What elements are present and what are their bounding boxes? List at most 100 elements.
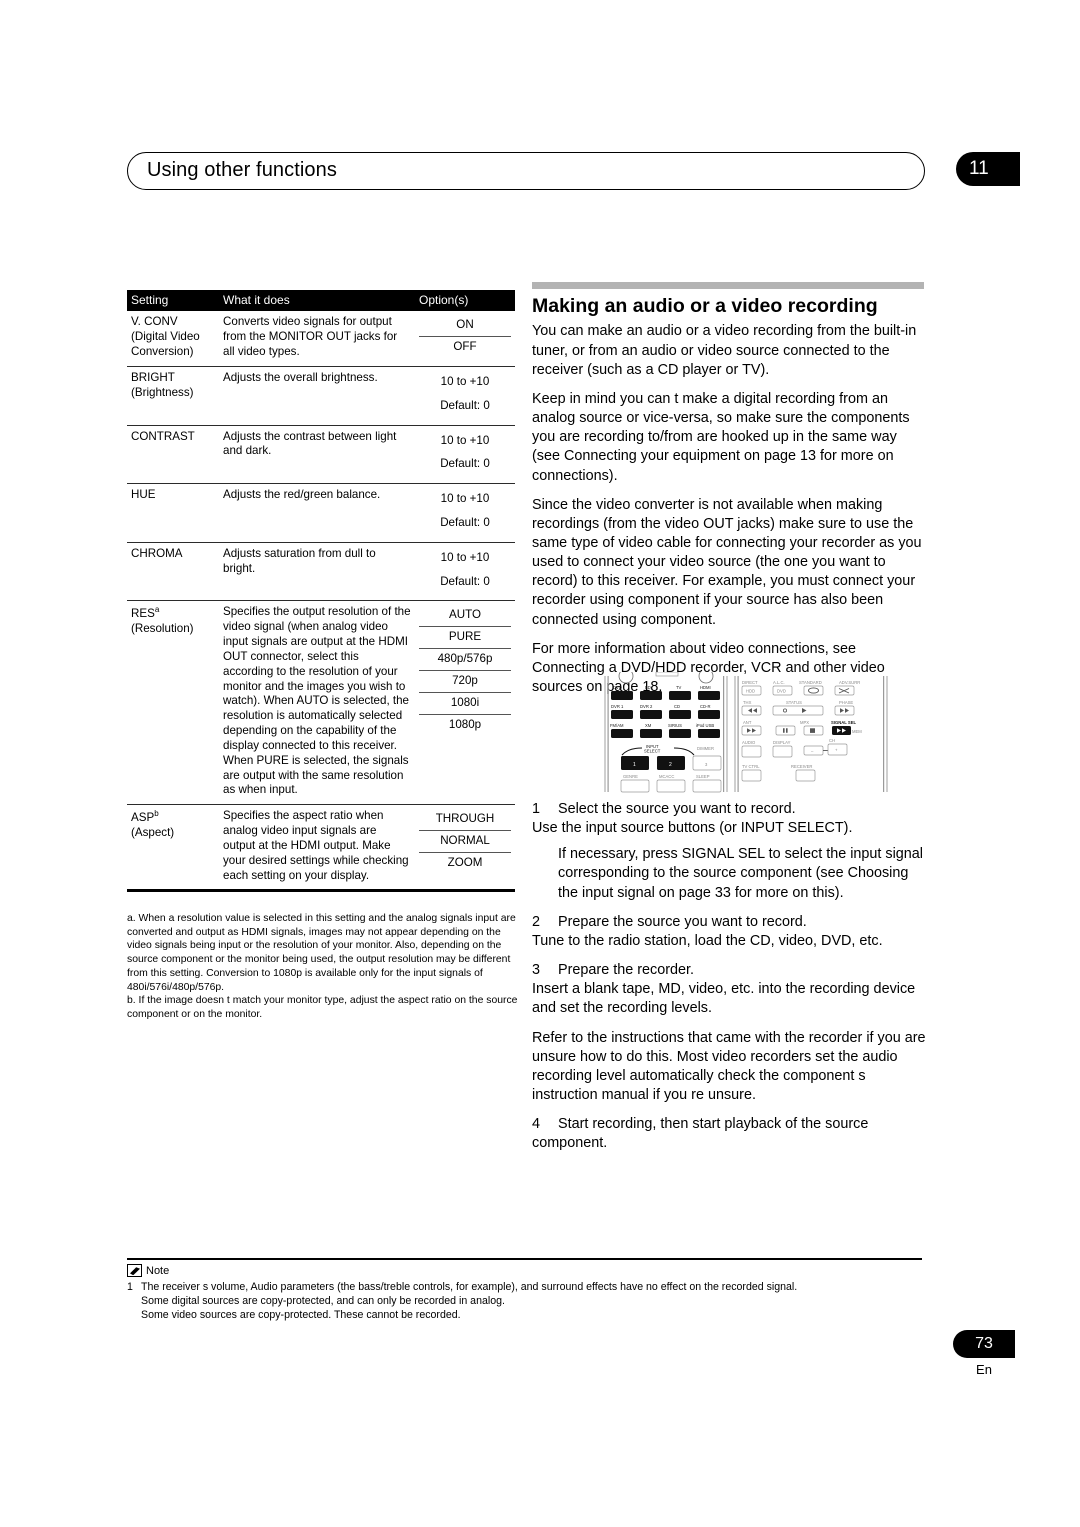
option-value: 1080p <box>419 713 511 736</box>
remote-label-hdmi: HDMI <box>700 685 711 690</box>
table-row: V. CONV (Digital Video Conversion) Conve… <box>127 311 515 366</box>
remote-button-repeat <box>803 685 824 696</box>
step-3-body: Insert a blank tape, MD, video, etc. int… <box>532 981 916 1017</box>
setting-name: V. CONV <box>131 315 178 329</box>
option-value: ZOOM <box>419 851 511 874</box>
cell-setting: BRIGHT (Brightness) <box>127 365 219 425</box>
option-value: THROUGH <box>435 812 495 826</box>
section-title: Making an audio or a video recording <box>532 295 878 317</box>
remote-label-sleep: SLEEP <box>696 774 710 779</box>
remote-label-xm: XM <box>645 723 652 728</box>
remote-label-ant: ANT <box>743 720 752 725</box>
remote-label-thx: THX <box>743 700 752 705</box>
remote-label-cd: CD <box>674 704 680 709</box>
step-1-note: If necessary, press SIGNAL SEL to select… <box>558 846 924 901</box>
footnote-marker-b: b <box>154 809 159 819</box>
cell-options: 10 to +10 Default: 0 <box>415 541 515 601</box>
remote-label-audio: AUDIO <box>742 740 756 745</box>
setting-subtitle: (Aspect) <box>131 825 175 839</box>
option-value: 720p <box>419 669 511 692</box>
cell-setting: V. CONV (Digital Video Conversion) <box>127 311 219 366</box>
remote-label-status: STATUS <box>786 700 802 705</box>
remote-button-receiver <box>795 769 816 782</box>
remote-label-ipod-usb: iPod USB <box>696 723 714 728</box>
option-value: 10 to +10 <box>440 550 490 564</box>
note-divider <box>127 1258 922 1261</box>
footnote-marker-a: a <box>154 605 160 615</box>
step-2-title: Prepare the source you want to record. <box>558 913 807 930</box>
step-2: 2 Prepare the source you want to record. … <box>532 913 928 951</box>
footnote-b: b. If the image doesn t match your monit… <box>127 995 518 1021</box>
remote-button-fmam <box>611 729 633 738</box>
note-item-text: The receiver s volume, Audio parameters … <box>141 1281 798 1294</box>
option-value: 10 to +10 <box>440 374 490 388</box>
remote-label-display: DISPLAY <box>773 740 791 745</box>
step-1-number: 1 <box>532 801 541 817</box>
remote-button-1-label: 1 <box>633 762 636 768</box>
settings-table: Setting What it does Option(s) V. CONV (… <box>127 290 515 890</box>
remote-button-cd <box>669 710 691 719</box>
remote-button-cdr <box>698 710 720 719</box>
remote-button-playstop <box>772 705 824 716</box>
step-4-number: 4 <box>532 1116 541 1133</box>
section-rule <box>532 282 924 289</box>
step-4-title: Start recording, then start playback of … <box>532 1116 869 1152</box>
remote-button-mcacc <box>656 779 686 793</box>
remote-button-ant <box>741 725 762 736</box>
remote-label-dvr2: DVR 2 <box>640 704 653 709</box>
remote-button-dvr2 <box>640 710 662 719</box>
remote-label-advsurr: ADV.SURR <box>839 680 860 685</box>
setting-name: CONTRAST <box>131 429 195 443</box>
option-value: NORMAL <box>419 830 511 852</box>
right-column: Making an audio or a video recording You… <box>532 282 928 707</box>
setting-name: RES <box>131 607 155 621</box>
remote-button-pause <box>775 725 796 736</box>
step-4-heading: 4 Start recording, then start playback of… <box>532 1115 928 1153</box>
remote-button-ipod-usb <box>698 729 720 738</box>
remote-label-signal-sel: SIGNAL SEL <box>831 720 856 725</box>
option-value: PURE <box>419 626 511 648</box>
step-4: 4 Start recording, then start playback of… <box>532 1115 928 1153</box>
remote-button-audio <box>741 745 762 758</box>
settings-table-container: Setting What it does Option(s) V. CONV (… <box>127 290 515 893</box>
page-header: Using other functions <box>127 152 925 190</box>
remote-label-dimmer: DIMMER <box>697 746 714 751</box>
setting-name: CHROMA <box>131 546 183 560</box>
remote-button-xm <box>640 729 662 738</box>
setting-subtitle: (Brightness) <box>131 385 194 399</box>
cell-setting: RESa (Resolution) <box>127 600 219 805</box>
remote-button-signal-sel <box>832 726 851 735</box>
cell-description: Adjusts the contrast between light and d… <box>219 424 415 484</box>
remote-label-sirius: SIRIUS <box>668 723 682 728</box>
step-3: 3 Prepare the recorder. Insert a blank ta… <box>532 961 928 1105</box>
note-item-text: Some digital sources are copy-protected,… <box>141 1295 505 1308</box>
remote-label-alc: A.L.C. <box>773 680 785 685</box>
remote-button-sirius <box>669 729 691 738</box>
remote-label-dvd: DVD <box>613 685 622 690</box>
remote-button-bd <box>640 691 662 700</box>
cell-setting: HUE <box>127 483 219 543</box>
step-3-extra: Refer to the instructions that came with… <box>532 1029 926 1104</box>
remote-button-2-label: 2 <box>669 762 672 768</box>
remote-label-receiver: RECEIVER <box>791 764 812 769</box>
cell-description: Adjusts the red/green balance. <box>219 483 415 543</box>
remote-control-svg: .lb { font-family:"Liberation Sans", san… <box>604 672 888 793</box>
cell-options: ON OFF <box>415 311 515 366</box>
column-header-what-it-does: What it does <box>219 290 415 312</box>
page-number-badge: 73 <box>953 1330 1015 1358</box>
note-block: Note 1 The receiver s volume, Audio para… <box>127 1258 922 1322</box>
remote-button-ch-minus <box>803 745 824 756</box>
cell-options: THROUGH NORMAL ZOOM <box>415 804 515 890</box>
option-default: Default: 0 <box>440 457 490 471</box>
remote-label-phase: PHASE <box>839 700 853 705</box>
remote-label-cdr: CD-R <box>700 704 710 709</box>
remote-button-display <box>772 745 793 758</box>
remote-label-tv-ctrl: TV CTRL <box>742 764 760 769</box>
table-row: RESa (Resolution) Specifies the output r… <box>127 600 515 805</box>
step-2-number: 2 <box>532 913 541 930</box>
footnote-a: a. When a resolution value is selected i… <box>127 913 516 993</box>
cell-description: Adjusts the overall brightness. <box>219 365 415 425</box>
step-2-body: Tune to the radio station, load the CD, … <box>532 932 883 949</box>
cell-setting: CONTRAST <box>127 424 219 484</box>
remote-label-tv: TV <box>676 685 682 690</box>
